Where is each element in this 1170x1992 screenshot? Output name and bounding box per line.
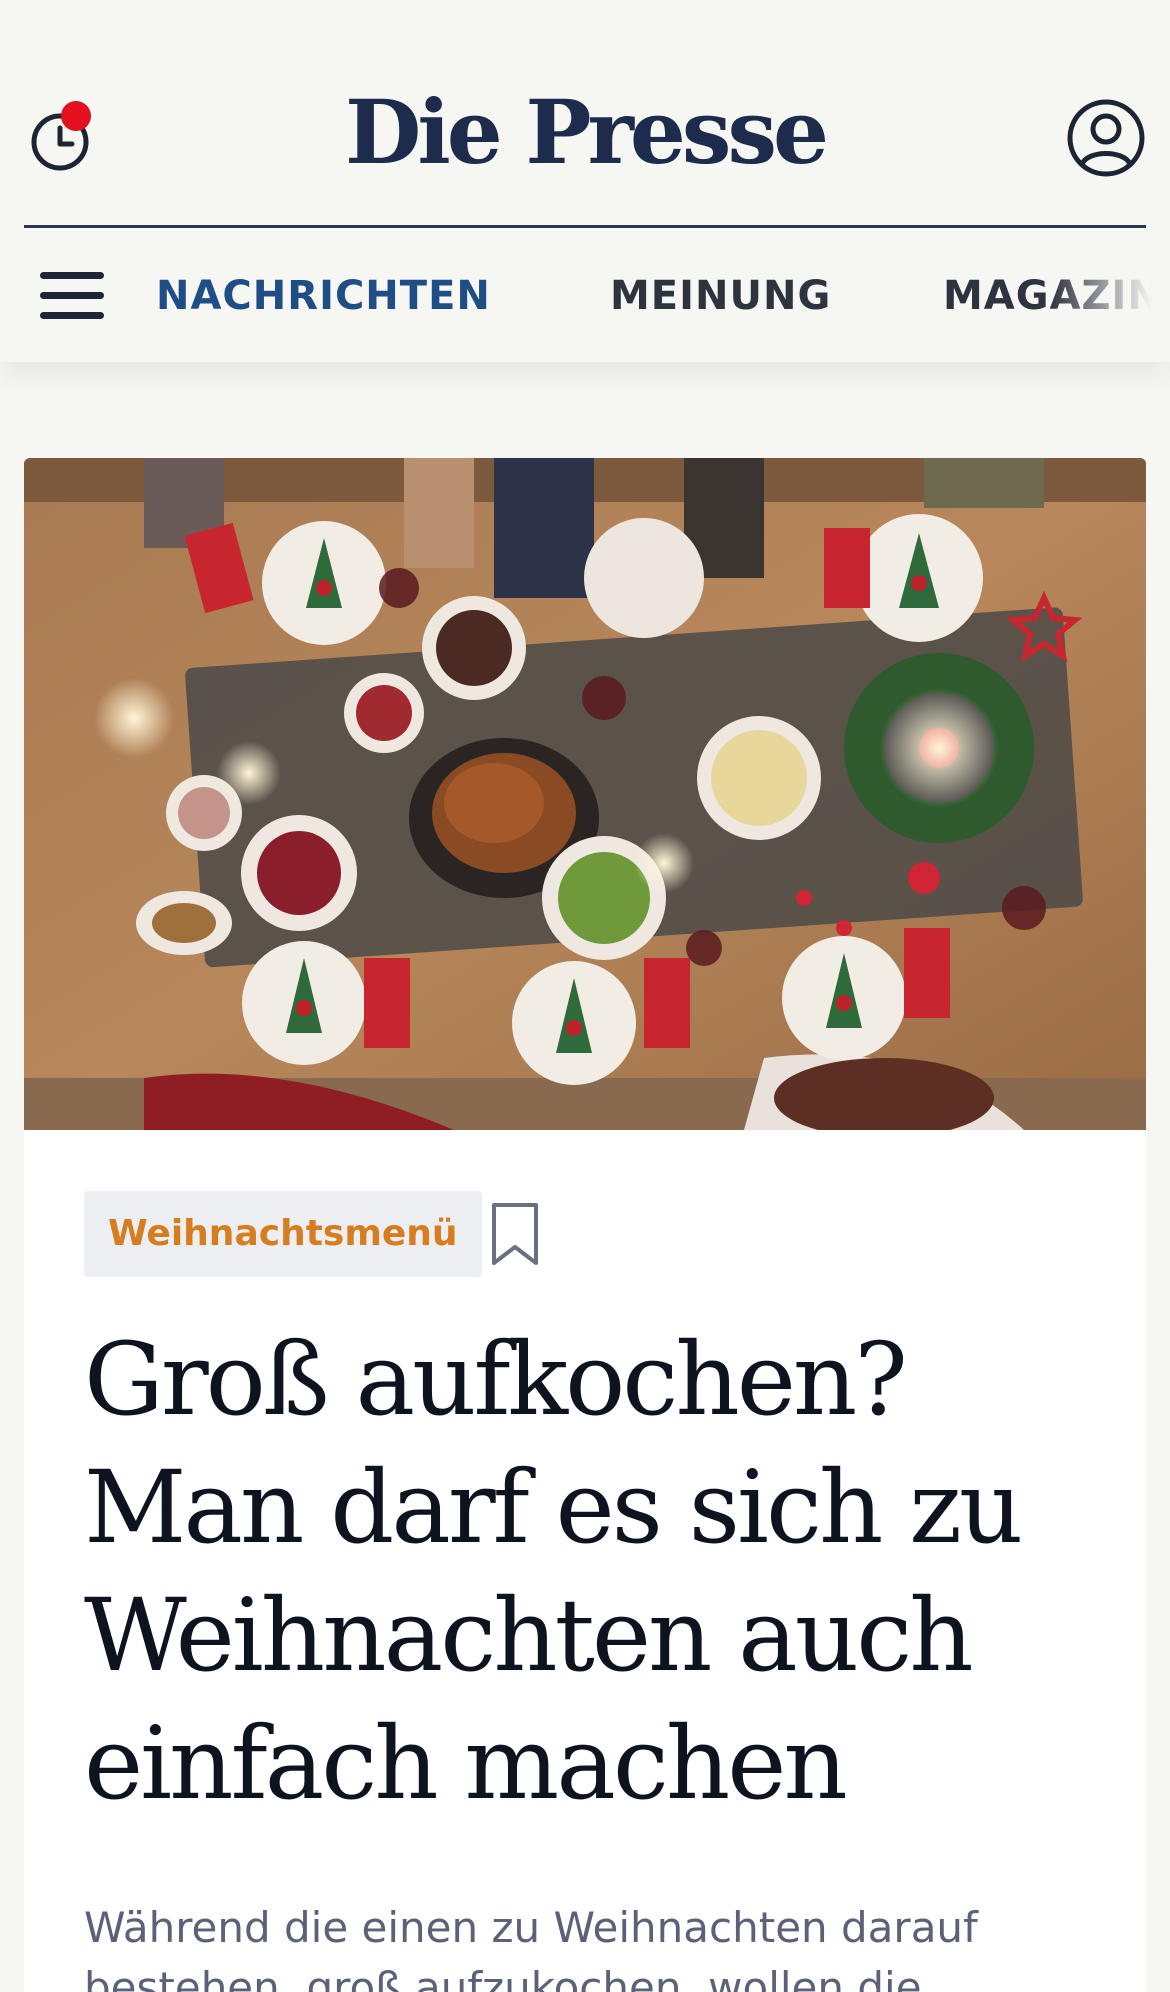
article-hero-image[interactable]	[24, 458, 1146, 1130]
article-card[interactable]: Weihnachtsmenü Groß aufkochen? Man darf …	[24, 458, 1146, 1992]
account-button[interactable]	[1066, 98, 1146, 178]
nav-item-meinung[interactable]: MEINUNG	[610, 266, 831, 326]
category-tag[interactable]: Weihnachtsmenü	[84, 1191, 482, 1277]
article-headline[interactable]: Groß aufkochen? Man darf es sich zu Weih…	[84, 1316, 1094, 1828]
notification-dot	[61, 101, 91, 131]
article-lead: Während die einen zu Weihnachten darauf …	[84, 1903, 978, 1992]
user-icon	[1067, 99, 1145, 177]
site-header: Die Presse NACHRICHTEN MEINUNG MAGAZIN	[0, 0, 1170, 362]
site-logo[interactable]: Die Presse	[320, 82, 850, 182]
menu-button[interactable]	[38, 268, 106, 324]
main-navigation: NACHRICHTEN MEINUNG MAGAZIN	[150, 266, 1170, 326]
hamburger-icon	[40, 272, 104, 319]
nav-scroll-fade	[1050, 266, 1170, 326]
history-button[interactable]	[28, 98, 98, 174]
nav-item-nachrichten[interactable]: NACHRICHTEN	[156, 266, 491, 326]
header-divider	[24, 225, 1146, 228]
bookmark-button[interactable]	[488, 1201, 542, 1269]
bookmark-icon	[492, 1203, 538, 1265]
clock-icon	[31, 101, 91, 171]
